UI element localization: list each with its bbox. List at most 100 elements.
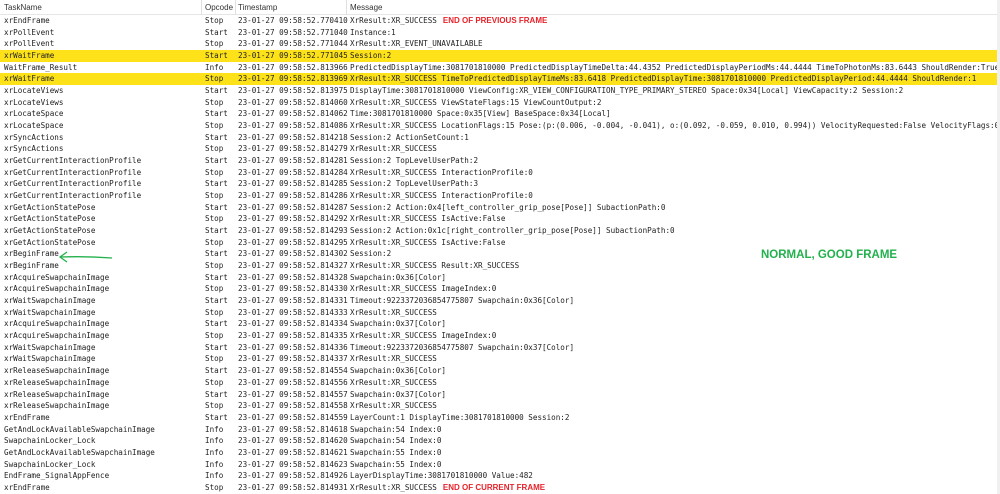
table-row[interactable]: xrEndFrame Start 23-01-27 09:58:52.814559 L…: [0, 412, 1000, 424]
column-header-message[interactable]: Message: [350, 3, 382, 12]
task-name-cell: xrBeginFrame: [4, 249, 59, 259]
task-name-cell: xrReleaseSwapchainImage: [4, 401, 110, 411]
message-text: XrResult:XR_SUCCESS: [350, 16, 437, 25]
table-row[interactable]: xrReleaseSwapchainImage Start 23-01-27 09:…: [0, 365, 1000, 377]
table-row[interactable]: GetAndLockAvailableSwapchainImage Info 23-…: [0, 447, 1000, 459]
task-name-cell: EndFrame_SignalAppFence: [4, 471, 110, 481]
task-name-cell: xrEndFrame: [4, 482, 50, 492]
table-row[interactable]: xrWaitSwapchainImage Stop 23-01-27 09:58:5…: [0, 353, 1000, 365]
table-row[interactable]: xrEndFrame Stop 23-01-27 09:58:52.770410 Xr…: [0, 15, 1000, 27]
opcode-cell: Stop: [205, 307, 224, 317]
task-name-cell: xrLocateSpace: [4, 109, 64, 119]
opcode-cell: Start: [205, 389, 228, 399]
table-row[interactable]: xrGetActionStatePose Start 23-01-27 09:58:…: [0, 202, 1000, 214]
timestamp-cell: 23-01-27 09:58:52.814285: [238, 179, 348, 189]
table-row[interactable]: xrGetCurrentInteractionProfile Start 23-01…: [0, 155, 1000, 167]
table-row[interactable]: xrEndFrame Stop 23-01-27 09:58:52.814931 Xr…: [0, 482, 1000, 494]
timestamp-cell: 23-01-27 09:58:52.814284: [238, 167, 348, 177]
timestamp-cell: 23-01-27 09:58:52.814293: [238, 226, 348, 236]
timestamp-cell: 23-01-27 09:58:52.814328: [238, 272, 348, 282]
opcode-cell: Start: [205, 296, 228, 306]
timestamp-cell: 23-01-27 09:58:52.814620: [238, 436, 348, 446]
task-name-cell: xrLocateViews: [4, 97, 64, 107]
column-divider[interactable]: [201, 0, 202, 15]
message-cell: XrResult:XR_SUCCESS: [350, 307, 437, 317]
timestamp-cell: 23-01-27 09:58:52.814086: [238, 121, 348, 131]
table-row[interactable]: SwapchainLocker_Lock Info 23-01-27 09:58:5…: [0, 459, 1000, 471]
opcode-cell: Start: [205, 109, 228, 119]
opcode-cell: Start: [205, 86, 228, 96]
message-cell: XrResult:XR_SUCCESS IsActive:False: [350, 214, 506, 224]
table-row[interactable]: xrAcquireSwapchainImage Stop 23-01-27 09:5…: [0, 330, 1000, 342]
table-row[interactable]: xrGetCurrentInteractionProfile Stop 23-01-…: [0, 167, 1000, 179]
timestamp-cell: 23-01-27 09:58:52.814287: [238, 202, 348, 212]
good-frame-annotation: NORMAL, GOOD FRAME: [761, 249, 898, 261]
task-name-cell: xrGetActionStatePose: [4, 214, 96, 224]
task-name-cell: xrGetCurrentInteractionProfile: [4, 167, 142, 177]
message-cell: Swapchain:0x37[Color]: [350, 389, 447, 399]
message-cell: XrResult:XR_SUCCESS InteractionProfile:0: [350, 167, 533, 177]
table-row[interactable]: xrWaitSwapchainImage Stop 23-01-27 09:58:5…: [0, 307, 1000, 319]
table-row[interactable]: xrReleaseSwapchainImage Stop 23-01-27 09:5…: [0, 400, 1000, 412]
task-name-cell: xrReleaseSwapchainImage: [4, 377, 110, 387]
message-cell: Instance:1: [350, 27, 396, 37]
frame-boundary-note: END OF PREVIOUS FRAME: [442, 16, 548, 25]
opcode-cell: Stop: [205, 191, 224, 201]
table-row[interactable]: xrWaitSwapchainImage Start 23-01-27 09:58:…: [0, 342, 1000, 354]
task-name-cell: xrBeginFrame: [4, 261, 59, 271]
opcode-cell: Start: [205, 366, 228, 376]
message-cell: Session:2: [350, 51, 392, 61]
opcode-cell: Stop: [205, 167, 224, 177]
timestamp-cell: 23-01-27 09:58:52.771045: [238, 51, 348, 61]
column-header-timestamp[interactable]: Timestamp: [238, 3, 277, 12]
table-row[interactable]: xrBeginFrame Stop 23-01-27 09:58:52.814327…: [0, 260, 1000, 272]
opcode-cell: Info: [205, 436, 224, 446]
table-row[interactable]: xrAcquireSwapchainImage Stop 23-01-27 09:5…: [0, 283, 1000, 295]
column-divider[interactable]: [235, 0, 236, 15]
table-row[interactable]: xrReleaseSwapchainImage Stop 23-01-27 09:5…: [0, 377, 1000, 389]
task-name-cell: xrPollEvent: [4, 27, 55, 37]
task-name-cell: xrAcquireSwapchainImage: [4, 319, 110, 329]
table-row[interactable]: xrLocateViews Stop 23-01-27 09:58:52.81406…: [0, 97, 1000, 109]
table-row[interactable]: xrPollEvent Stop 23-01-27 09:58:52.771044 X…: [0, 38, 1000, 50]
task-name-cell: SwapchainLocker_Lock: [4, 436, 96, 446]
timestamp-cell: 23-01-27 09:58:52.814295: [238, 237, 348, 247]
frame-boundary-note: END OF CURRENT FRAME: [442, 482, 546, 492]
table-row[interactable]: xrGetActionStatePose Stop 23-01-27 09:58:5…: [0, 237, 1000, 249]
table-row[interactable]: xrAcquireSwapchainImage Start 23-01-27 09:…: [0, 318, 1000, 330]
table-row[interactable]: SwapchainLocker_Lock Info 23-01-27 09:58:5…: [0, 435, 1000, 447]
task-name-cell: WaitFrame_Result: [4, 62, 78, 72]
task-name-cell: xrEndFrame: [4, 412, 50, 422]
timestamp-cell: 23-01-27 09:58:52.814286: [238, 191, 348, 201]
table-row[interactable]: xrGetCurrentInteractionProfile Start 23-01…: [0, 178, 1000, 190]
message-cell: XrResult:XR_SUCCESS LocationFlags:15 Pos…: [350, 121, 1000, 131]
column-header-opcode[interactable]: Opcode: [205, 3, 233, 12]
table-row[interactable]: xrPollEvent Start 23-01-27 09:58:52.771040…: [0, 27, 1000, 39]
timestamp-cell: 23-01-27 09:58:52.814621: [238, 447, 348, 457]
table-row[interactable]: xrWaitSwapchainImage Start 23-01-27 09:58:…: [0, 295, 1000, 307]
table-row[interactable]: xrSyncActions Stop 23-01-27 09:58:52.81427…: [0, 143, 1000, 155]
column-divider[interactable]: [346, 0, 347, 15]
opcode-cell: Stop: [205, 121, 224, 131]
table-row[interactable]: xrGetActionStatePose Start 23-01-27 09:58:…: [0, 225, 1000, 237]
task-name-cell: xrGetCurrentInteractionProfile: [4, 179, 142, 189]
message-cell: XrResult:XR_SUCCESS: [350, 401, 437, 411]
table-row[interactable]: GetAndLockAvailableSwapchainImage Info 23-…: [0, 424, 1000, 436]
table-row[interactable]: xrAcquireSwapchainImage Start 23-01-27 09:…: [0, 272, 1000, 284]
table-row[interactable]: xrLocateSpace Stop 23-01-27 09:58:52.81408…: [0, 120, 1000, 132]
table-row[interactable]: xrReleaseSwapchainImage Start 23-01-27 09:…: [0, 389, 1000, 401]
task-name-cell: xrSyncActions: [4, 144, 64, 154]
table-row[interactable]: WaitFrame_Result Info 23-01-27 09:58:52.81…: [0, 62, 1000, 74]
opcode-cell: Info: [205, 471, 224, 481]
table-row[interactable]: xrGetCurrentInteractionProfile Stop 23-01-…: [0, 190, 1000, 202]
table-row[interactable]: xrSyncActions Start 23-01-27 09:58:52.8142…: [0, 132, 1000, 144]
opcode-cell: Info: [205, 62, 224, 72]
column-header-taskname[interactable]: TaskName: [4, 3, 42, 12]
table-row[interactable]: xrWaitFrame Stop 23-01-27 09:58:52.813969 X…: [0, 73, 1000, 86]
table-row[interactable]: xrLocateViews Start 23-01-27 09:58:52.8139…: [0, 85, 1000, 97]
table-row[interactable]: xrLocateSpace Start 23-01-27 09:58:52.8140…: [0, 108, 1000, 120]
message-cell: DisplayTime:3081701810000 ViewConfig:XR_…: [350, 86, 904, 96]
table-row[interactable]: EndFrame_SignalAppFence Info 23-01-27 09:5…: [0, 470, 1000, 482]
table-row[interactable]: xrWaitFrame Start 23-01-27 09:58:52.771045…: [0, 50, 1000, 62]
table-row[interactable]: xrGetActionStatePose Stop 23-01-27 09:58:5…: [0, 213, 1000, 225]
